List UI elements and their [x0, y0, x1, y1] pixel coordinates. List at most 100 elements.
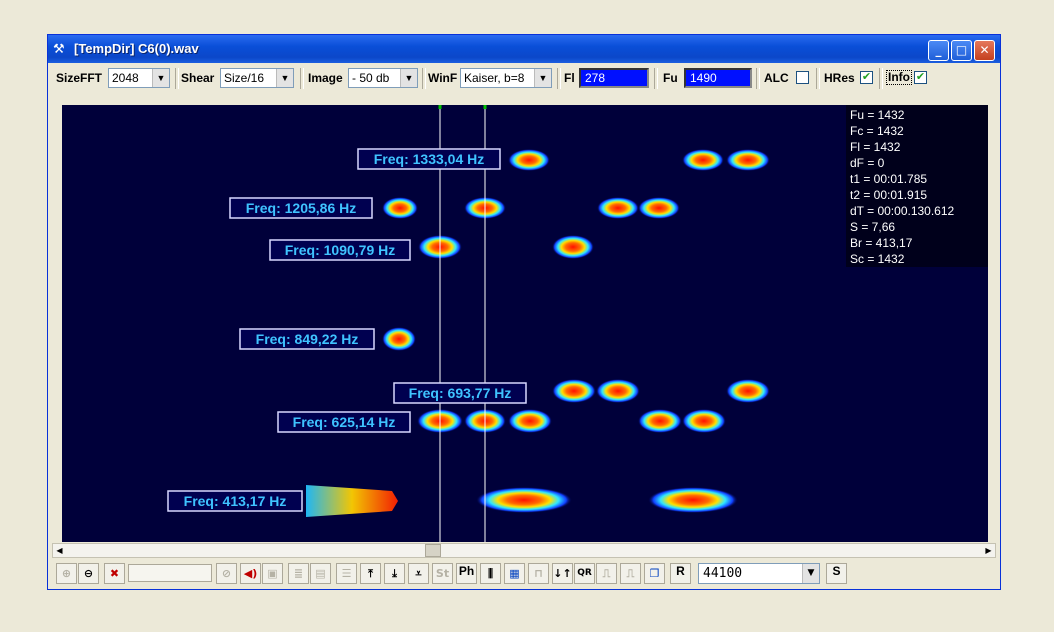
- chevron-down-icon: ▼: [802, 564, 819, 583]
- maximize-button[interactable]: □: [951, 40, 972, 61]
- fu-input[interactable]: 1490: [684, 68, 752, 88]
- page-icon[interactable]: ▤: [310, 563, 331, 584]
- sort-icon[interactable]: ↓↑: [552, 563, 573, 584]
- spectrogram-area[interactable]: Fu = 1432 Fc = 1432 Fl = 1432 dF = 0 t1 = 00…: [48, 95, 1000, 542]
- alc-checkbox[interactable]: [796, 71, 809, 84]
- top-toolbar: SizeFFT 2048 ▼ Shear Size/16 ▼ Image - 50 …: [48, 63, 1000, 93]
- frame-icon[interactable]: ▣: [262, 563, 283, 584]
- hres-label: HRes: [824, 71, 855, 85]
- fl-input[interactable]: 278: [579, 68, 649, 88]
- energy-blob: [382, 197, 418, 219]
- freq-label-text: Freq: 849,22 Hz: [256, 331, 359, 347]
- qr-icon[interactable]: QR: [574, 563, 595, 584]
- lines-icon[interactable]: ☰: [336, 563, 357, 584]
- horizontal-scrollbar[interactable]: ◀ ▶: [52, 543, 996, 558]
- freq-label-text: Freq: 1333,04 Hz: [374, 151, 485, 167]
- r-button[interactable]: R: [670, 563, 691, 584]
- energy-blob: [476, 487, 572, 513]
- energy-blob: [596, 379, 640, 403]
- s-button[interactable]: S: [826, 563, 847, 584]
- speaker-icon[interactable]: ◀): [240, 563, 261, 584]
- winf-label: WinF: [428, 71, 458, 85]
- image-select[interactable]: - 50 db ▼: [348, 68, 418, 88]
- delete-icon[interactable]: ✖: [104, 563, 125, 584]
- sizefft-select[interactable]: 2048 ▼: [108, 68, 170, 88]
- freq-label: Freq: 1090,79 Hz: [269, 239, 411, 261]
- energy-blob: [508, 409, 552, 433]
- info-label: Info: [886, 70, 912, 85]
- toolbar-separator: [654, 68, 658, 89]
- info-line: S = 7,66: [850, 220, 895, 234]
- info-line: t1 = 00:01.785: [850, 172, 927, 186]
- energy-blob: [682, 409, 726, 433]
- shear-label: Shear: [181, 71, 215, 85]
- spectrogram[interactable]: Fu = 1432 Fc = 1432 Fl = 1432 dF = 0 t1 = 00…: [62, 105, 988, 542]
- info-line: Fu = 1432: [850, 108, 905, 122]
- grid-icon[interactable]: ≣: [288, 563, 309, 584]
- scroll-right-icon[interactable]: ▶: [982, 544, 995, 557]
- info-line: Fc = 1432: [850, 124, 904, 138]
- chevron-down-icon: ▼: [534, 69, 551, 87]
- close-button[interactable]: ✕: [974, 40, 995, 61]
- toolbar-separator: [879, 68, 883, 89]
- title-bar[interactable]: ⚒ [TempDir] С6(0).wav _ □ ✕: [48, 35, 1000, 63]
- hres-checkbox[interactable]: ✔: [860, 71, 873, 84]
- energy-blob: [508, 149, 550, 171]
- freq-label: Freq: 625,14 Hz: [277, 411, 411, 433]
- energy-blob: [552, 379, 596, 403]
- sample-rate-select[interactable]: 44100 ▼: [698, 563, 820, 584]
- minimize-button[interactable]: _: [928, 40, 949, 61]
- toolbar-separator: [300, 68, 304, 89]
- image-value: - 50 db: [352, 71, 390, 85]
- freq-label: Freq: 849,22 Hz: [239, 328, 375, 350]
- arrow-down-icon[interactable]: ⤓: [384, 563, 405, 584]
- energy-blob: [597, 197, 639, 219]
- window-title: [TempDir] С6(0).wav: [74, 41, 199, 56]
- zoom-out-icon[interactable]: ⊖: [78, 563, 99, 584]
- shear-select[interactable]: Size/16 ▼: [220, 68, 294, 88]
- table-icon[interactable]: ▦: [504, 563, 525, 584]
- freq-label-text: Freq: 1090,79 Hz: [285, 242, 396, 258]
- st-icon[interactable]: St: [432, 563, 453, 584]
- winf-select[interactable]: Kaiser, b=8 ▼: [460, 68, 552, 88]
- sizefft-label: SizeFFT: [56, 71, 103, 85]
- info-line: t2 = 00:01.915: [850, 188, 927, 202]
- sample-rate-value: 44100: [703, 566, 743, 581]
- winf-value: Kaiser, b=8: [464, 71, 525, 85]
- step2-icon[interactable]: ⎍: [620, 563, 641, 584]
- main-window: ⚒ [TempDir] С6(0).wav _ □ ✕ SizeFFT 2048…: [47, 34, 1001, 590]
- arrow-up-icon[interactable]: ⤒: [360, 563, 381, 584]
- energy-blob: [648, 487, 738, 513]
- pulse-icon[interactable]: ⊓: [528, 563, 549, 584]
- filter-icon[interactable]: ⩡: [408, 563, 429, 584]
- sizefft-value: 2048: [112, 71, 139, 85]
- energy-blob: [552, 235, 594, 259]
- fu-label: Fu: [663, 71, 678, 85]
- stop-icon[interactable]: ⊘: [216, 563, 237, 584]
- copy-icon[interactable]: ❐: [644, 563, 665, 584]
- app-icon: ⚒: [53, 41, 65, 56]
- zoom-in-icon[interactable]: ⊕: [56, 563, 77, 584]
- ph-button[interactable]: Ph: [456, 563, 477, 584]
- freq-label-text: Freq: 693,77 Hz: [409, 385, 512, 401]
- step-icon[interactable]: ⎍: [596, 563, 617, 584]
- comb-icon[interactable]: ⫼: [480, 563, 501, 584]
- alc-label: ALC: [764, 71, 789, 85]
- freq-label: Freq: 413,17 Hz: [167, 490, 303, 512]
- info-line: Br = 413,17: [850, 236, 913, 250]
- scroll-left-icon[interactable]: ◀: [53, 544, 66, 557]
- chevron-down-icon: ▼: [152, 69, 169, 87]
- toolbar-separator: [422, 68, 426, 89]
- chevron-down-icon: ▼: [276, 69, 293, 87]
- energy-blob: [638, 197, 680, 219]
- bottom-toolbar: ⊕ ⊖ ✖ ⊘ ◀) ▣ ≣ ▤ ☰ ⤒ ⤓ ⩡ St Ph ⫼ ▦ ⊓ ↓↑ …: [48, 560, 1000, 589]
- scroll-thumb[interactable]: [425, 544, 441, 557]
- info-line: Sc = 1432: [850, 252, 905, 266]
- energy-blob: [682, 149, 724, 171]
- freq-label-text: Freq: 1205,86 Hz: [246, 200, 357, 216]
- progress-box: [128, 564, 212, 582]
- info-checkbox[interactable]: ✔: [914, 71, 927, 84]
- toolbar-separator: [557, 68, 561, 89]
- freq-label: Freq: 1205,86 Hz: [229, 197, 373, 219]
- freq-label-text: Freq: 413,17 Hz: [184, 493, 287, 509]
